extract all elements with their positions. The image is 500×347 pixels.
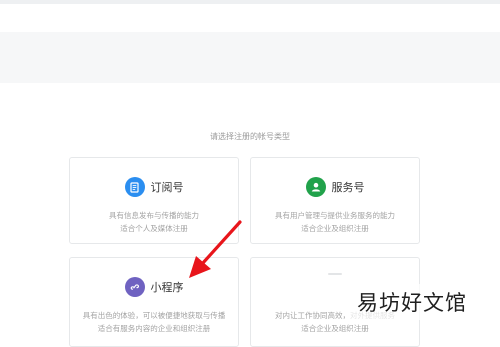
- header-band: [0, 32, 500, 83]
- enterprise-icon: [328, 273, 342, 275]
- card-desc-line: 具有信息发布与传播的能力: [109, 211, 199, 220]
- card-title-row: 订阅号: [70, 177, 238, 197]
- top-strip: [0, 0, 500, 4]
- card-title: 小程序: [150, 281, 184, 294]
- card-service-account[interactable]: 服务号 具有用户管理与提供业务服务的能力 适合企业及组织注册: [250, 157, 420, 244]
- card-miniprogram[interactable]: 小程序 具有出色的体验，可以被便捷地获取与传播 适合有服务内容的企业和组织注册: [69, 257, 239, 347]
- card-desc-line: 适合有服务内容的企业和组织注册: [97, 324, 211, 333]
- card-desc-line: 适合个人及媒体注册: [120, 224, 188, 233]
- card-desc-line: 具有出色的体验，可以被便捷地获取与传播: [82, 311, 226, 320]
- miniprogram-link-icon: [124, 277, 145, 297]
- card-description: 具有出色的体验，可以被便捷地获取与传播 适合有服务内容的企业和组织注册: [76, 309, 232, 335]
- card-description: 具有用户管理与提供业务服务的能力 适合企业及组织注册: [257, 209, 413, 235]
- card-desc-line: 适合企业及组织注册: [301, 224, 369, 233]
- card-subscription-account[interactable]: 订阅号 具有信息发布与传播的能力 适合个人及媒体注册: [69, 157, 239, 244]
- card-title-row: [251, 273, 419, 275]
- account-type-prompt: 请选择注册的帐号类型: [210, 132, 290, 141]
- card-title-row: 服务号: [251, 177, 419, 197]
- subscription-doc-icon: [124, 177, 145, 197]
- card-title: 订阅号: [150, 181, 184, 194]
- card-desc-line: 具有用户管理与提供业务服务的能力: [275, 211, 395, 220]
- card-title-row: 小程序: [70, 277, 238, 297]
- card-description: 具有信息发布与传播的能力 适合个人及媒体注册: [76, 209, 232, 235]
- card-title: 服务号: [331, 181, 365, 194]
- card-desc-line: 适合企业及组织注册: [301, 324, 369, 333]
- service-user-icon: [305, 177, 326, 197]
- watermark-text: 易坊好文馆: [348, 284, 476, 320]
